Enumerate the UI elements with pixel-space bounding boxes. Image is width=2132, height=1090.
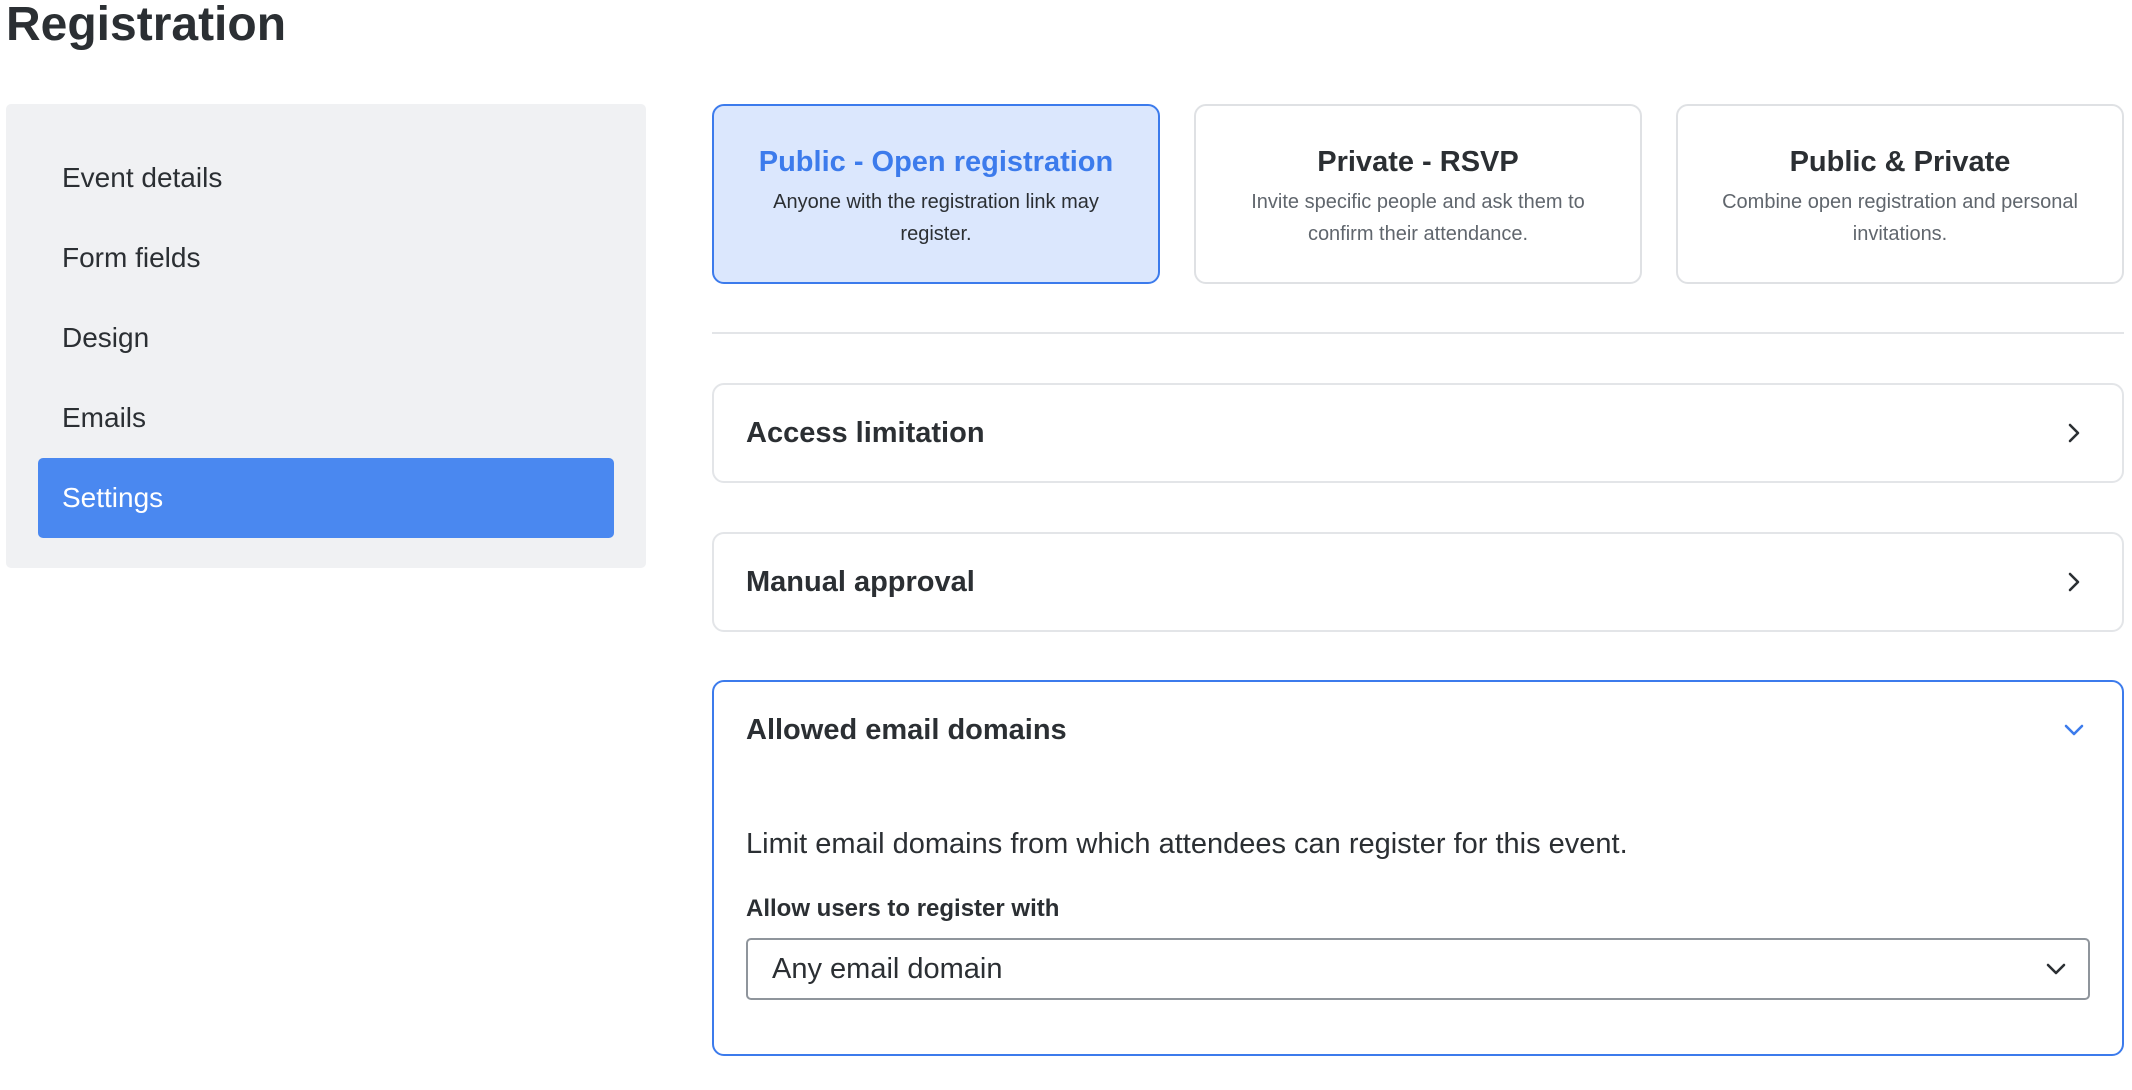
sidebar-item-label: Design [62,322,150,353]
registration-type-selector: Public - Open registration Anyone with t… [712,104,2124,284]
card-description: Invite specific people and ask them to c… [1251,191,1585,245]
sidebar-item-label: Form fields [62,242,201,273]
card-description: Anyone with the registration link may re… [773,191,1099,245]
card-description: Combine open registration and personal i… [1722,191,2078,245]
registration-type-public-card[interactable]: Public - Open registration Anyone with t… [712,104,1160,284]
sidebar-item-form-fields[interactable]: Form fields [38,218,614,298]
sidebar-item-label: Event details [62,162,223,193]
allowed-email-domains-accordion: Allowed email domains Limit email domain… [712,680,2124,1056]
select-value: Any email domain [772,953,1003,985]
chevron-down-icon [2044,940,2068,998]
settings-sidebar: Event details Form fields Design Emails … [6,104,646,568]
allowed-email-domains-header[interactable]: Allowed email domains [714,682,2122,778]
email-domain-select[interactable]: Any email domain [746,938,2090,1000]
sidebar-item-label: Settings [62,482,164,513]
card-title: Private - RSVP [1317,146,1519,178]
card-title: Public & Private [1789,146,2011,178]
chevron-right-icon [2062,534,2086,630]
card-title: Public - Open registration [758,146,1114,178]
accordion-title: Access limitation [746,417,985,449]
access-limitation-accordion: Access limitation [712,383,2124,483]
access-limitation-header[interactable]: Access limitation [714,385,2122,481]
manual-approval-accordion: Manual approval [712,532,2124,632]
accordion-title: Manual approval [746,566,975,598]
registration-type-private-card[interactable]: Private - RSVP Invite specific people an… [1194,104,1642,284]
sidebar-item-settings[interactable]: Settings [38,458,614,538]
chevron-right-icon [2062,385,2086,481]
section-description: Limit email domains from which attendees… [746,828,1628,860]
sidebar-item-emails[interactable]: Emails [38,378,614,458]
accordion-title: Allowed email domains [746,714,1067,746]
section-divider [712,332,2124,334]
manual-approval-header[interactable]: Manual approval [714,534,2122,630]
sidebar-item-event-details[interactable]: Event details [38,138,614,218]
sidebar-item-design[interactable]: Design [38,298,614,378]
page-title: Registration [6,0,287,51]
allow-users-field-label: Allow users to register with [746,895,1060,922]
allowed-email-domains-body: Limit email domains from which attendees… [714,824,2122,1000]
sidebar-item-label: Emails [62,402,147,433]
registration-type-public-private-card[interactable]: Public & Private Combine open registrati… [1676,104,2124,284]
chevron-down-icon [2062,682,2086,778]
